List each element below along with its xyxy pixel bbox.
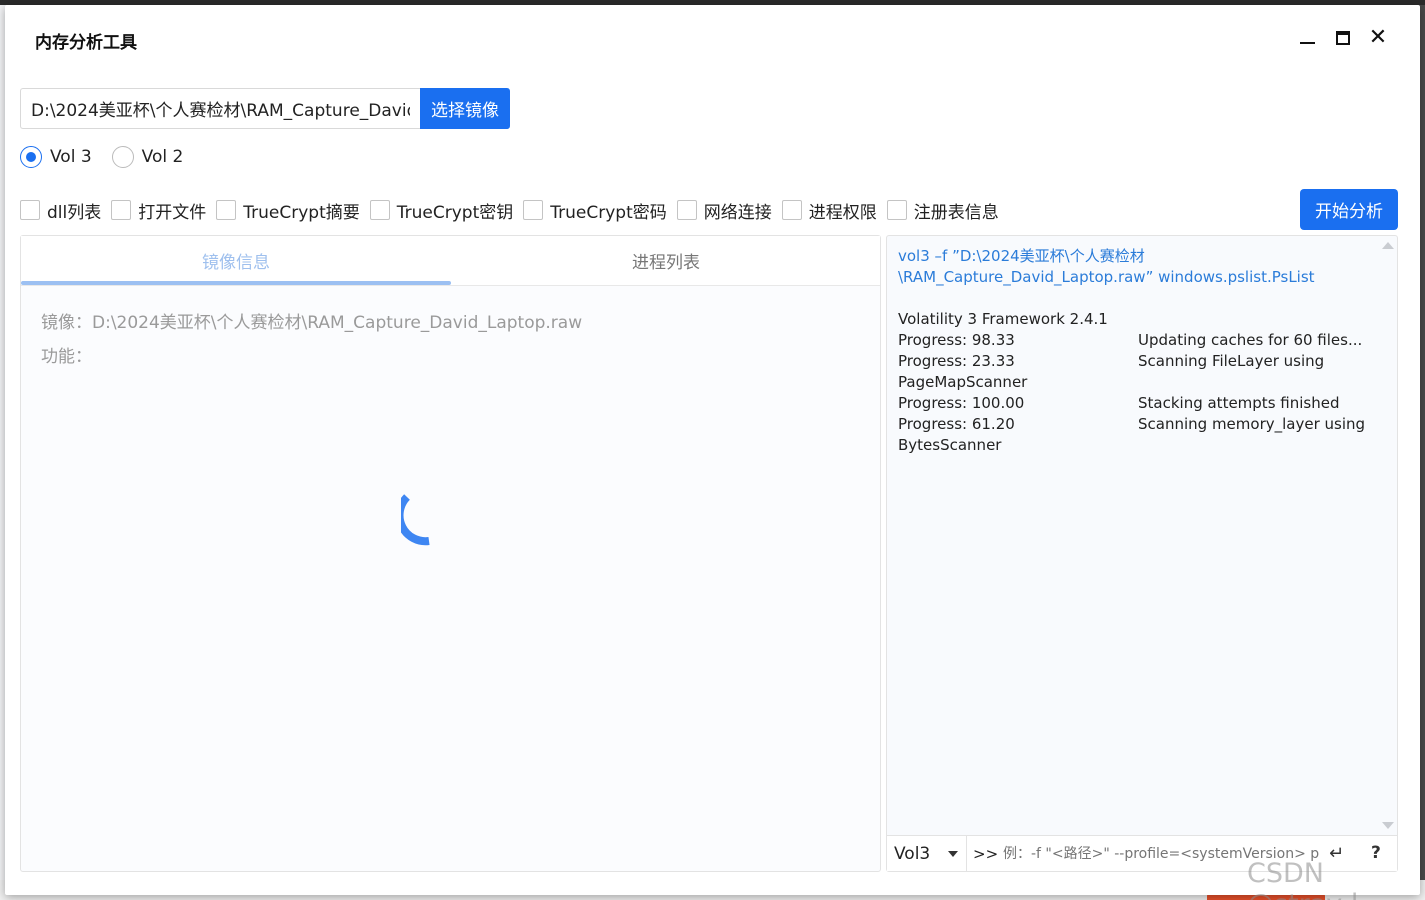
function-info-line: 功能： (41, 347, 92, 367)
maximize-icon (1336, 31, 1350, 45)
checkbox-network[interactable]: 网络连接 (676, 198, 772, 223)
radio-label: Vol 3 (50, 147, 92, 167)
minimize-icon (1299, 42, 1315, 44)
checkbox-open-files[interactable]: 打开文件 (111, 198, 206, 223)
console-row: Progress: 98.33 Updating caches for 60 fi… (898, 331, 1363, 349)
version-select-value: Vol3 (894, 844, 931, 864)
checkbox-label: 打开文件 (138, 202, 207, 223)
console-row: Progress: 23.33 Scanning FileLayer using (898, 352, 1325, 370)
checkbox-icon (781, 200, 802, 220)
select-image-button[interactable]: 选择镜像 (420, 88, 510, 129)
watermark: CSDN @stray l (1247, 858, 1358, 900)
prompt-symbol: >> (973, 845, 999, 863)
radio-selected-icon (20, 146, 42, 168)
console-row: Progress: 100.00 Stacking attempts finish… (898, 394, 1340, 412)
tab-image-info[interactable]: 镜像信息 (21, 236, 451, 285)
checkbox-label: TrueCrypt摘要 (243, 202, 360, 223)
scroll-up-arrow-icon[interactable] (1382, 242, 1394, 249)
tab-bar: 镜像信息 进程列表 (21, 236, 880, 286)
title-bar: 内存分析工具 ✕ (5, 5, 1420, 71)
start-analysis-button[interactable]: 开始分析 (1300, 189, 1398, 230)
console-panel: vol3 –f ”D:\2024美亚杯\个人赛检材 \RAM_Capture_D… (886, 235, 1398, 872)
checkbox-truecrypt-password[interactable]: TrueCrypt密码 (523, 198, 667, 223)
checkbox-icon (523, 200, 544, 220)
dropdown-caret-icon (948, 851, 958, 857)
close-button[interactable]: ✕ (1365, 25, 1391, 51)
radio-label: Vol 2 (141, 147, 184, 167)
active-tab-indicator (21, 281, 451, 285)
console-row: BytesScanner (898, 436, 1002, 454)
console-command-line: \RAM_Capture_David_Laptop.raw” windows.p… (898, 268, 1315, 286)
close-icon: ✕ (1368, 25, 1388, 50)
console-framework-line: Volatility 3 Framework 2.4.1 (898, 310, 1108, 328)
checkbox-icon (369, 200, 390, 220)
image-path-input[interactable] (20, 88, 420, 129)
checkbox-truecrypt-summary[interactable]: TrueCrypt摘要 (216, 198, 360, 223)
tab-process-list[interactable]: 进程列表 (451, 236, 881, 285)
console-row: Progress: 61.20 Scanning memory_layer usi… (898, 415, 1366, 433)
checkbox-label: dll列表 (47, 202, 102, 223)
version-select[interactable]: Vol3 (887, 836, 967, 872)
console-command-line: vol3 –f ”D:\2024美亚杯\个人赛检材 (898, 247, 1145, 265)
checkbox-label: 注册表信息 (913, 202, 999, 223)
checkbox-label: TrueCrypt密钥 (396, 202, 514, 223)
maximize-button[interactable] (1330, 25, 1356, 51)
minimize-button[interactable] (1294, 25, 1320, 51)
radio-unselected-icon (111, 146, 134, 168)
radio-vol3[interactable]: Vol 3 (20, 146, 92, 168)
image-info-line: 镜像：D:\2024美亚杯\个人赛检材\RAM_Capture_David_La… (41, 313, 583, 333)
checkbox-dll-list[interactable]: dll列表 (20, 198, 101, 223)
console-output: vol3 –f ”D:\2024美亚杯\个人赛检材 \RAM_Capture_D… (898, 246, 1378, 456)
checkbox-label: 进程权限 (808, 202, 877, 223)
checkbox-registry[interactable]: 注册表信息 (886, 198, 999, 223)
checkbox-icon (216, 200, 237, 220)
checkbox-icon (20, 200, 40, 220)
app-window: 内存分析工具 ✕ 选择镜像 Vol 3 Vol 2 dll列表 打开文件 Tru… (5, 5, 1420, 895)
checkbox-truecrypt-key[interactable]: TrueCrypt密钥 (369, 198, 514, 223)
scroll-down-arrow-icon[interactable] (1382, 822, 1394, 829)
console-row: PageMapScanner (898, 373, 1028, 391)
checkbox-icon (111, 200, 132, 220)
window-title: 内存分析工具 (35, 33, 137, 53)
left-panel: 镜像信息 进程列表 镜像：D:\2024美亚杯\个人赛检材\RAM_Captur… (20, 235, 881, 872)
checkbox-icon (676, 200, 697, 220)
checkbox-icon (886, 200, 907, 220)
checkbox-label: 网络连接 (703, 202, 772, 223)
loading-spinner-icon (401, 494, 430, 546)
plugin-checkbox-group: dll列表 打开文件 TrueCrypt摘要 TrueCrypt密钥 TrueC… (20, 198, 1009, 223)
radio-vol2[interactable]: Vol 2 (111, 146, 184, 168)
version-radio-group: Vol 3 Vol 2 (20, 145, 203, 169)
checkbox-label: TrueCrypt密码 (550, 202, 667, 223)
checkbox-privileges[interactable]: 进程权限 (781, 198, 877, 223)
